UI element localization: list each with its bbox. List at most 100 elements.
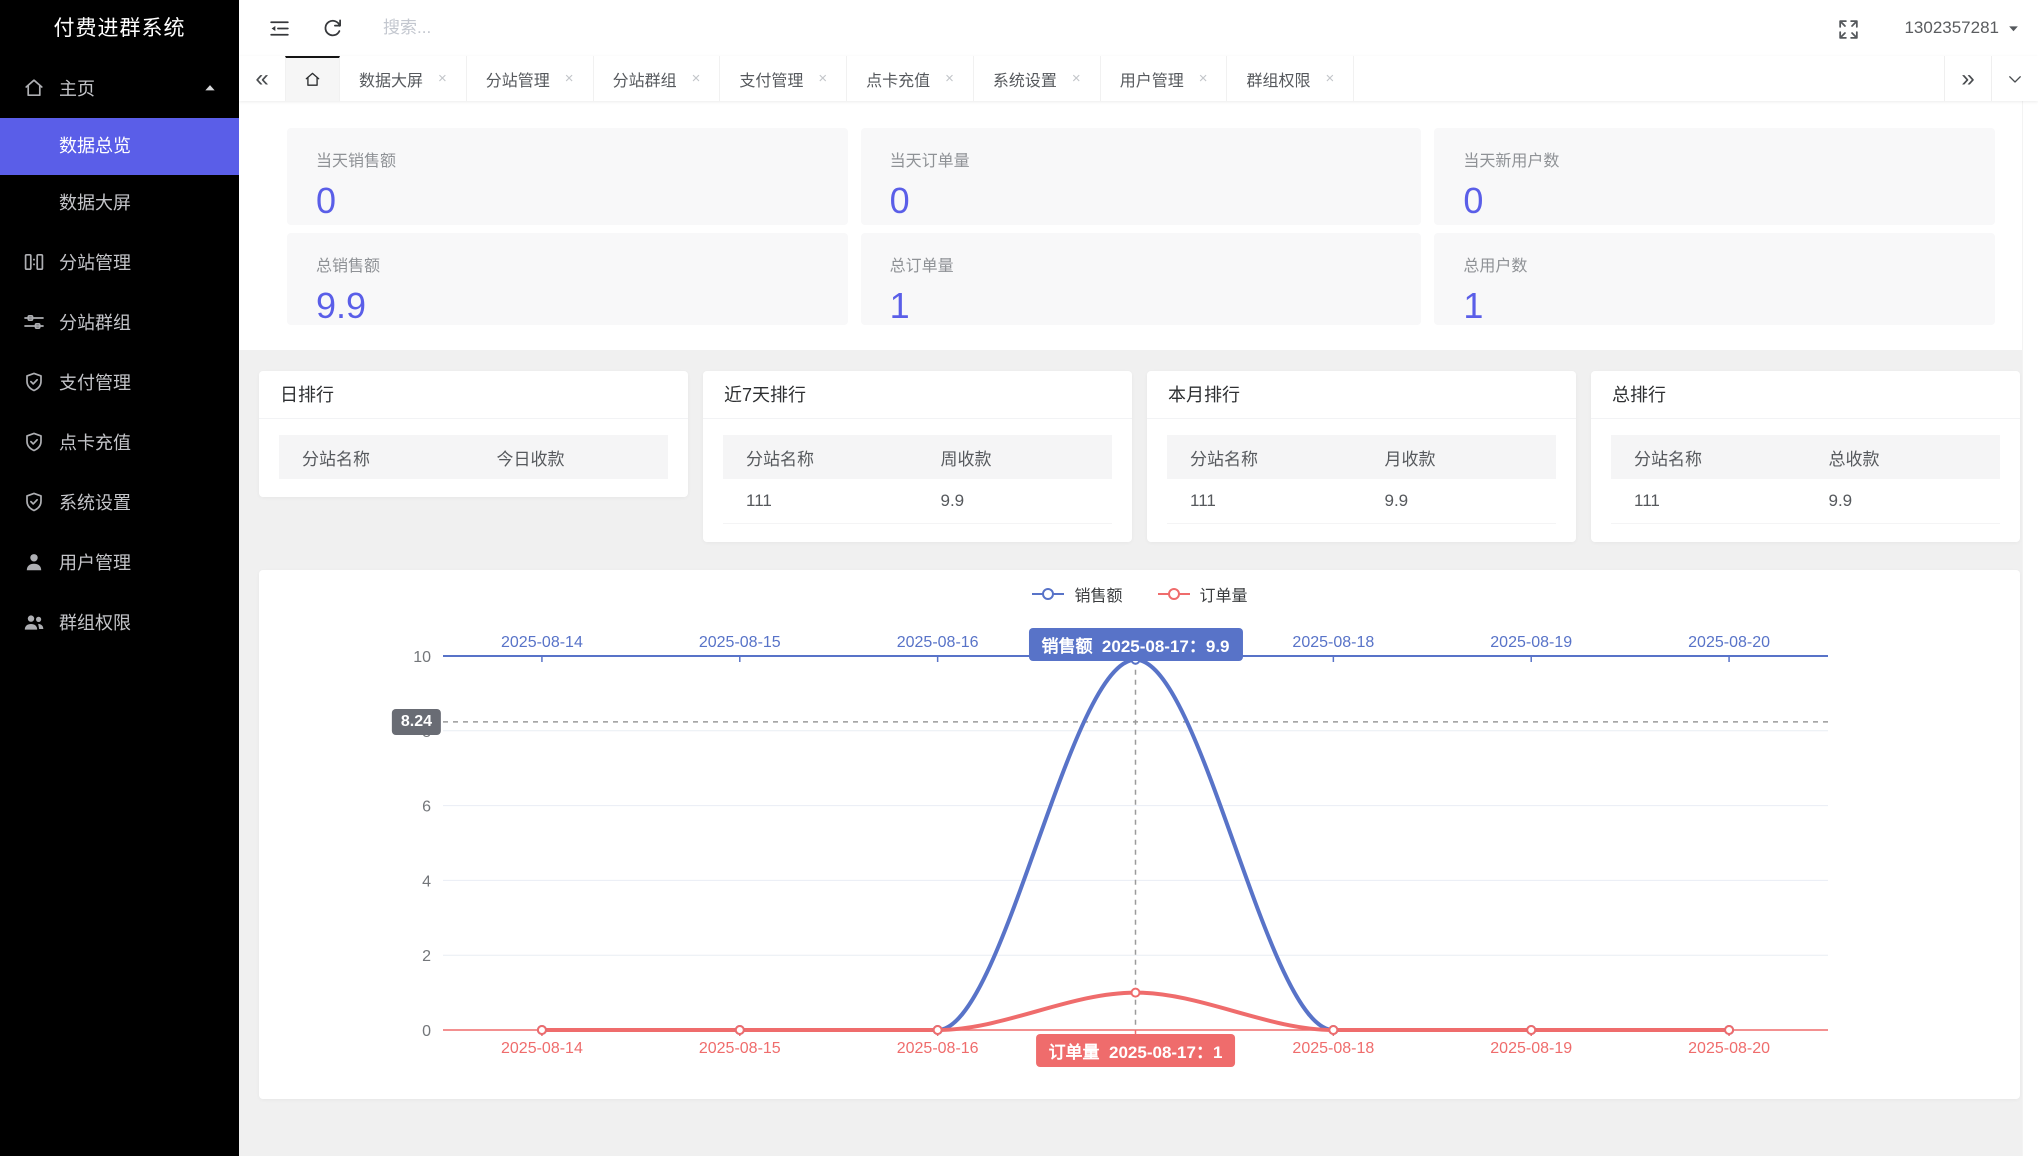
refresh-icon[interactable] — [320, 16, 345, 41]
svg-text:10: 10 — [413, 649, 431, 666]
ranking-panels: 日排行 分站名称 今日收款 近7天排行 分站名称 周收款 111 9.9 本月排行 分站名称 月收款… — [259, 371, 2020, 542]
tabs-scroll-left-button[interactable]: « — [239, 56, 285, 101]
legend-label: 订单量 — [1199, 588, 1248, 605]
legend-item-销售额[interactable]: 销售额 — [1031, 582, 1123, 606]
ranking-panel-近7天排行: 近7天排行 分站名称 周收款 111 9.9 — [703, 371, 1132, 542]
tab-home[interactable] — [285, 56, 340, 101]
tab-label: 分站管理 — [485, 72, 550, 90]
users-icon — [22, 610, 46, 634]
stat-value: 1 — [889, 285, 910, 326]
tab-label: 数据大屏 — [359, 72, 424, 90]
tab-用户管理[interactable]: 用户管理 × — [1100, 56, 1228, 101]
svg-text:2: 2 — [422, 948, 431, 965]
tab-系统设置[interactable]: 系统设置 × — [973, 56, 1101, 101]
panel-body: 分站名称 周收款 111 9.9 — [703, 419, 1132, 542]
stat-cards: 当天销售额 0 当天订单量 0 当天新用户数 0 总销售额 9.9 总订单量 1 总用户数 1 — [287, 128, 1995, 325]
table-cell: 111 — [1190, 491, 1216, 510]
table-row[interactable]: 111 9.9 — [1167, 479, 1556, 524]
tabs-scroll-right-button[interactable]: » — [1944, 56, 1991, 101]
search-input[interactable] — [381, 17, 685, 39]
user-icon — [22, 550, 46, 574]
table-row[interactable]: 111 9.9 — [1611, 479, 2000, 524]
close-icon[interactable]: × — [945, 71, 954, 86]
chart-panel: 销售额 订单量 2025-08-14 2025-08-14 2025-08-15 2025… — [259, 570, 2020, 1099]
tab-分站管理[interactable]: 分站管理 × — [466, 56, 594, 101]
sidebar-item-分站群组[interactable]: 分站群组 — [0, 292, 239, 352]
sidebar-item-用户管理[interactable]: 用户管理 — [0, 532, 239, 592]
tab-label: 支付管理 — [739, 72, 804, 90]
caret-up-icon — [203, 81, 217, 95]
table-cell: 9.9 — [1384, 491, 1409, 510]
ranking-panel-总排行: 总排行 分站名称 总收款 111 9.9 — [1591, 371, 2020, 542]
column-header: 分站名称 — [746, 449, 814, 469]
close-icon[interactable]: × — [1072, 71, 1081, 86]
sidebar-item-点卡充值[interactable]: 点卡充值 — [0, 412, 239, 472]
legend-item-订单量[interactable]: 订单量 — [1157, 582, 1248, 606]
home-icon — [303, 70, 322, 89]
stat-card-当天新用户数: 当天新用户数 0 — [1434, 128, 1995, 225]
shield-check-icon — [22, 430, 46, 454]
svg-text:2025-08-14: 2025-08-14 — [501, 1040, 583, 1057]
sidebar-item-群组权限[interactable]: 群组权限 — [0, 592, 239, 652]
close-icon[interactable]: × — [1199, 71, 1208, 86]
menu-collapse-icon[interactable] — [267, 16, 292, 41]
panel-title: 日排行 — [259, 371, 688, 419]
sliders-icon — [22, 310, 46, 334]
tab-支付管理[interactable]: 支付管理 × — [720, 56, 848, 101]
svg-text:2025-08-14: 2025-08-14 — [501, 634, 583, 651]
stat-card-当天销售额: 当天销售额 0 — [287, 128, 848, 225]
stat-label: 总用户数 — [1463, 258, 1528, 275]
tooltip-orders: 订单量 2025-08-17：1 — [1035, 1034, 1236, 1067]
svg-text:2025-08-19: 2025-08-19 — [1490, 1040, 1572, 1057]
user-dropdown[interactable]: 1302357281 — [1904, 18, 2020, 38]
table-cell: 9.9 — [940, 491, 965, 510]
tab-群组权限[interactable]: 群组权限 × — [1227, 56, 1355, 101]
table-cell: 111 — [1634, 491, 1660, 510]
table-header: 分站名称 总收款 — [1611, 435, 2000, 479]
sidebar-item-label: 分站管理 — [59, 253, 131, 273]
tab-分站群组[interactable]: 分站群组 × — [593, 56, 721, 101]
table-cell: 9.9 — [1828, 491, 1853, 510]
shield-check-icon — [22, 370, 46, 394]
chart-legend: 销售额 订单量 — [259, 582, 2020, 606]
table-cell: 111 — [746, 491, 772, 510]
sidebar-subitem-数据总览[interactable]: 数据总览 — [0, 118, 239, 175]
tab-点卡充值[interactable]: 点卡充值 × — [847, 56, 974, 101]
stat-card-当天订单量: 当天订单量 0 — [860, 128, 1422, 225]
columns-icon — [22, 250, 46, 274]
home-icon — [22, 76, 46, 100]
caret-down-icon — [2007, 22, 2020, 35]
tab-数据大屏[interactable]: 数据大屏 × — [340, 56, 467, 101]
tabs-dropdown-button[interactable] — [1991, 56, 2038, 101]
sidebar-item-主页[interactable]: 主页 — [0, 58, 239, 118]
close-icon[interactable]: × — [438, 71, 447, 86]
sidebar-item-label: 主页 — [59, 79, 95, 99]
sidebar-item-支付管理[interactable]: 支付管理 — [0, 352, 239, 412]
sidebar-item-label: 系统设置 — [59, 493, 131, 513]
panel-body: 分站名称 今日收款 — [259, 419, 688, 497]
panel-title: 近7天排行 — [703, 371, 1132, 419]
close-icon[interactable]: × — [818, 71, 827, 86]
column-header: 总收款 — [1828, 449, 1880, 469]
sidebar-item-label: 用户管理 — [59, 553, 131, 573]
svg-text:2025-08-15: 2025-08-15 — [699, 634, 781, 651]
stat-label: 当天新用户数 — [1463, 153, 1560, 170]
fullscreen-icon[interactable] — [1836, 17, 1859, 39]
search-box — [381, 17, 685, 39]
stat-value: 9.9 — [316, 285, 367, 326]
sidebar-subitem-数据大屏[interactable]: 数据大屏 — [0, 175, 239, 232]
close-icon[interactable]: × — [692, 71, 701, 86]
stat-value: 1 — [1463, 285, 1484, 326]
sidebar-item-系统设置[interactable]: 系统设置 — [0, 472, 239, 532]
close-icon[interactable]: × — [1325, 71, 1334, 86]
sidebar-item-分站管理[interactable]: 分站管理 — [0, 232, 239, 292]
tooltip-sales: 销售额 2025-08-17：9.9 — [1028, 628, 1243, 661]
svg-text:2025-08-18: 2025-08-18 — [1292, 1040, 1374, 1057]
tabs-bar: « 数据大屏 × 分站管理 × 分站群组 × 支付管理 × 点卡充值 × 系统设置 × 用户管理 × 群组权… — [239, 56, 2038, 101]
scrollbar-track[interactable] — [2022, 101, 2038, 1156]
stat-label: 当天订单量 — [889, 153, 970, 170]
table-row[interactable]: 111 9.9 — [723, 479, 1112, 524]
close-icon[interactable]: × — [565, 71, 574, 86]
sidebar-item-label: 分站群组 — [59, 313, 131, 333]
svg-text:4: 4 — [422, 873, 431, 890]
